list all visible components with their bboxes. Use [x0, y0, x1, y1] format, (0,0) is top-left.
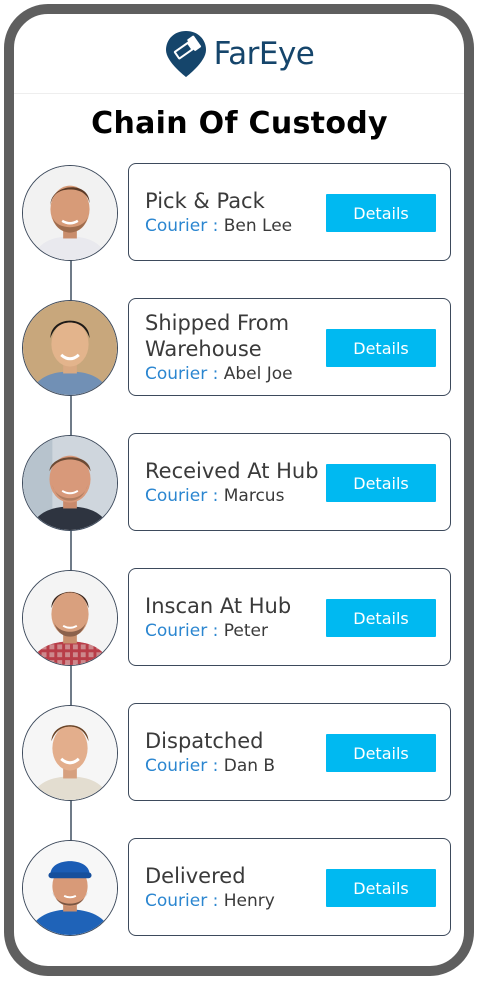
step-title: Inscan At Hub — [145, 593, 292, 618]
avatar-photo-icon — [23, 706, 117, 800]
courier-label: Courier : — [145, 485, 219, 506]
courier-info: Courier : Dan B — [145, 755, 320, 777]
custody-step-card: Delivered Courier : Henry Details — [128, 838, 451, 936]
avatar-photo-icon — [23, 166, 117, 260]
location-pin-logo-icon — [165, 30, 206, 77]
custody-step-card: Received At Hub Courier : Marcus Details — [128, 433, 451, 531]
custody-step-pick-pack: Pick & Pack Courier : Ben Lee Details — [0, 163, 479, 261]
courier-name: Dan B — [223, 755, 276, 776]
app-header: FarEye — [14, 14, 464, 94]
custody-step-received-at-hub: Received At Hub Courier : Marcus Details — [0, 433, 479, 531]
courier-avatar — [22, 840, 118, 936]
courier-avatar — [22, 570, 118, 666]
courier-info: Courier : Ben Lee — [145, 215, 320, 237]
step-title: Dispatched — [145, 728, 264, 753]
courier-avatar — [22, 300, 118, 396]
details-button[interactable]: Details — [326, 464, 436, 502]
courier-avatar — [22, 435, 118, 531]
courier-info: Courier : Marcus — [145, 485, 320, 507]
avatar-photo-icon — [23, 436, 117, 530]
step-title: Received At Hub — [145, 458, 319, 483]
custody-step-dispatched: Dispatched Courier : Dan B Details — [0, 703, 479, 801]
brand-name: FarEye — [213, 35, 315, 72]
custody-step-card: Inscan At Hub Courier : Peter Details — [128, 568, 451, 666]
step-title: Shipped From Warehouse — [145, 310, 290, 361]
courier-label: Courier : — [145, 620, 219, 641]
step-title: Pick & Pack — [145, 188, 265, 213]
courier-avatar — [22, 705, 118, 801]
courier-label: Courier : — [145, 363, 219, 384]
step-title: Delivered — [145, 863, 246, 888]
custody-step-shipped-from-warehouse: Shipped From Warehouse Courier : Abel Jo… — [0, 298, 479, 396]
custody-step-delivered: Delivered Courier : Henry Details — [0, 838, 479, 936]
courier-name: Peter — [223, 620, 268, 641]
courier-name: Abel Joe — [223, 363, 293, 384]
courier-name: Ben Lee — [223, 215, 293, 236]
courier-label: Courier : — [145, 755, 219, 776]
courier-info: Courier : Abel Joe — [145, 363, 320, 385]
avatar-photo-icon — [23, 841, 117, 935]
details-button[interactable]: Details — [326, 329, 436, 367]
phone-screen: FarEye Chain Of Custody Pick & Pack Cour… — [0, 0, 479, 981]
avatar-photo-icon — [23, 301, 117, 395]
courier-name: Henry — [223, 890, 275, 911]
details-button[interactable]: Details — [326, 194, 436, 232]
courier-name: Marcus — [223, 485, 285, 506]
courier-info: Courier : Peter — [145, 620, 320, 642]
fareye-logo: FarEye — [164, 29, 315, 79]
details-button[interactable]: Details — [326, 869, 436, 907]
custody-step-card: Pick & Pack Courier : Ben Lee Details — [128, 163, 451, 261]
courier-label: Courier : — [145, 890, 219, 911]
custody-step-card: Shipped From Warehouse Courier : Abel Jo… — [128, 298, 451, 396]
courier-label: Courier : — [145, 215, 219, 236]
details-button[interactable]: Details — [326, 599, 436, 637]
custody-step-inscan-at-hub: Inscan At Hub Courier : Peter Details — [0, 568, 479, 666]
page-title: Chain Of Custody — [91, 106, 388, 141]
courier-info: Courier : Henry — [145, 890, 320, 912]
courier-avatar — [22, 165, 118, 261]
avatar-photo-icon — [23, 571, 117, 665]
details-button[interactable]: Details — [326, 734, 436, 772]
custody-step-card: Dispatched Courier : Dan B Details — [128, 703, 451, 801]
